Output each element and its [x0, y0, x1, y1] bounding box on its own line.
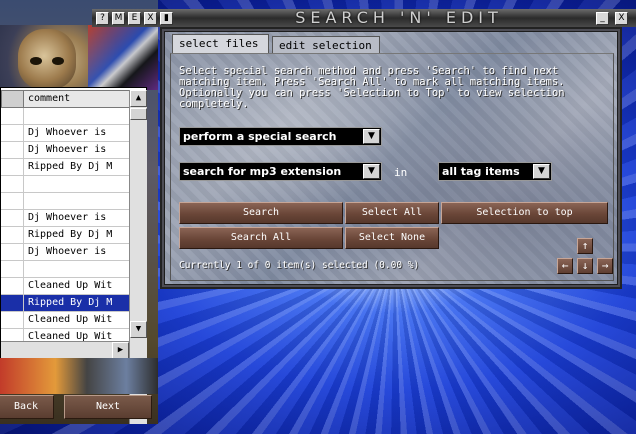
row-cell-comment: Ripped By Dj M [28, 161, 113, 172]
window-title: SEARCH 'N' EDIT [295, 8, 503, 27]
minimize-button[interactable]: _ [596, 12, 609, 25]
edit-button[interactable]: E [128, 12, 141, 25]
search-type-value: search for mp3 extension [183, 165, 342, 178]
eye-icon [30, 57, 42, 65]
search-all-button[interactable]: Search All [179, 227, 343, 249]
row-cell-previous [1, 295, 24, 311]
row-cell-previous [1, 125, 24, 141]
skin-artwork-bottom [0, 358, 158, 394]
table-row[interactable] [1, 176, 131, 193]
title-bar[interactable]: ? M E X ▮ SEARCH 'N' EDIT _ X [92, 9, 636, 27]
scroll-right-button[interactable]: ▶ [112, 342, 129, 359]
select-all-button[interactable]: Select All [345, 202, 439, 224]
row-cell-comment: Ripped By Dj M [28, 229, 113, 240]
table-row[interactable]: Ripped By Dj M [1, 295, 131, 312]
list-rows: Dj Whoever is Dj Whoever is Ripped By Dj M… [1, 108, 131, 346]
table-row[interactable] [1, 193, 131, 210]
search-scope-value: all tag items [442, 165, 520, 178]
tab-edit-selection[interactable]: edit selection [272, 36, 380, 54]
row-cell-previous [1, 261, 24, 277]
arrow-left-button[interactable]: ← [557, 258, 573, 274]
left-window: comment Dj Whoever is Dj Whoever is Ripped… [0, 0, 158, 424]
graffiti-artwork [88, 25, 158, 90]
row-cell-previous [1, 227, 24, 243]
column-header-comment[interactable]: comment [24, 90, 131, 108]
table-row[interactable]: Dj Whoever is [1, 244, 131, 261]
chevron-down-icon[interactable]: ▼ [533, 164, 550, 179]
horizontal-scrollbar[interactable]: ▶ [1, 341, 129, 359]
row-cell-previous [1, 193, 24, 209]
row-cell-previous [1, 244, 24, 260]
row-cell-previous [1, 278, 24, 294]
arrow-down-button[interactable]: ↓ [577, 258, 593, 274]
eye-icon [52, 57, 64, 65]
row-cell-comment: Cleaned Up Wit [28, 314, 113, 325]
row-cell-previous [1, 142, 24, 158]
search-scope-dropdown[interactable]: all tag items ▼ [438, 162, 552, 181]
close-button[interactable]: X [615, 12, 628, 25]
in-label: in [394, 166, 408, 179]
row-cell-comment [24, 193, 131, 209]
skin-artwork-top [0, 25, 158, 90]
arrow-up-button[interactable]: ↑ [577, 238, 593, 254]
selection-status: Currently 1 of 0 item(s) selected (0.00 … [179, 260, 420, 271]
row-cell-previous [1, 159, 24, 175]
list-header: comment [1, 90, 131, 108]
next-button[interactable]: Next [64, 395, 152, 419]
exit-button[interactable]: X [144, 12, 157, 25]
table-row[interactable]: Ripped By Dj M [1, 159, 131, 176]
row-cell-comment: Cleaned Up Wit [28, 280, 113, 291]
row-cell-comment [24, 261, 131, 277]
row-cell-comment [24, 108, 131, 124]
row-cell-previous [1, 210, 24, 226]
scroll-up-button[interactable]: ▲ [130, 90, 147, 107]
table-row[interactable]: Dj Whoever is [1, 125, 131, 142]
row-cell-previous [1, 312, 24, 328]
selection-to-top-button[interactable]: Selection to top [441, 202, 608, 224]
menu-button[interactable]: M [112, 12, 125, 25]
row-cell-comment: Dj Whoever is [28, 127, 107, 138]
table-row[interactable]: Cleaned Up Wit [1, 312, 131, 329]
search-method-value: perform a special search [183, 130, 337, 143]
scrollbar-thumb[interactable] [130, 108, 147, 120]
search-method-dropdown[interactable]: perform a special search ▼ [179, 127, 382, 146]
search-button[interactable]: Search [179, 202, 343, 224]
table-row[interactable]: Dj Whoever is [1, 142, 131, 159]
tab-select-files[interactable]: select files [172, 34, 269, 53]
arrow-right-button[interactable]: → [597, 258, 613, 274]
row-cell-previous [1, 176, 24, 192]
chevron-down-icon[interactable]: ▼ [363, 129, 380, 144]
scroll-down-button[interactable]: ▼ [130, 321, 147, 338]
file-list[interactable]: comment Dj Whoever is Dj Whoever is Ripped… [0, 87, 147, 424]
table-row[interactable]: Ripped By Dj M [1, 227, 131, 244]
table-row[interactable] [1, 261, 131, 278]
search-type-dropdown[interactable]: search for mp3 extension ▼ [179, 162, 382, 181]
table-row[interactable]: Dj Whoever is [1, 210, 131, 227]
row-cell-comment [24, 176, 131, 192]
row-cell-previous [1, 108, 24, 124]
help-button[interactable]: ? [96, 12, 109, 25]
table-row[interactable] [1, 108, 131, 125]
row-cell-comment: Ripped By Dj M [28, 297, 113, 308]
table-row[interactable]: Cleaned Up Wit [1, 278, 131, 295]
column-header-previous[interactable] [1, 90, 24, 108]
row-cell-comment: Dj Whoever is [28, 212, 107, 223]
face-artwork [18, 29, 76, 89]
row-cell-comment: Dj Whoever is [28, 246, 107, 257]
select-none-button[interactable]: Select None [345, 227, 439, 249]
instructions-text: Select special search method and press '… [179, 65, 565, 110]
back-button[interactable]: Back [0, 395, 54, 419]
row-cell-comment: Dj Whoever is [28, 144, 107, 155]
window-icon-button[interactable]: ▮ [160, 12, 173, 25]
chevron-down-icon[interactable]: ▼ [363, 164, 380, 179]
